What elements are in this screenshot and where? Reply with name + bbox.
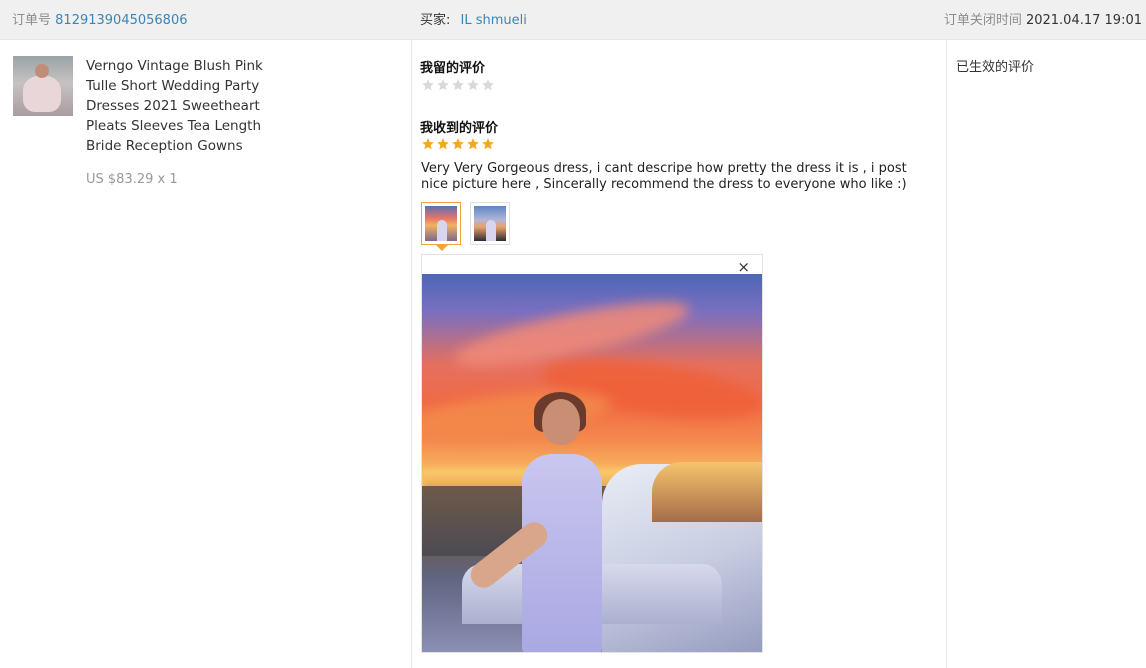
buyer-group: 买家: IL shmueli — [420, 9, 527, 28]
order-header: 订单号 8129139045056806 买家: IL shmueli 订单关闭… — [0, 0, 1146, 40]
star-icon — [466, 78, 480, 92]
my-review-stars — [421, 78, 495, 92]
product-price: US $83.29 x 1 — [86, 172, 178, 187]
star-icon — [421, 137, 435, 151]
review-photo-thumb-1[interactable] — [421, 202, 461, 245]
order-number-label: 订单号 — [12, 13, 52, 28]
star-icon — [481, 78, 495, 92]
order-number-link[interactable]: 8129139045056806 — [55, 13, 187, 28]
close-icon[interactable]: × — [737, 259, 750, 275]
order-closed-group: 订单关闭时间 2021.04.17 19:01 — [944, 9, 1142, 28]
star-icon — [481, 137, 495, 151]
order-number-group: 订单号 8129139045056806 — [12, 9, 188, 28]
star-icon — [436, 137, 450, 151]
star-icon — [421, 78, 435, 92]
active-thumb-indicator — [435, 244, 449, 251]
review-status: 已生效的评价 — [956, 60, 1035, 75]
star-icon — [451, 137, 465, 151]
my-review-title: 我留的评价 — [420, 61, 486, 76]
column-divider — [411, 40, 412, 668]
photo-viewer: × — [421, 254, 763, 653]
order-closed-time: 2021.04.17 19:01 — [1025, 13, 1142, 28]
received-review-title: 我收到的评价 — [420, 121, 499, 136]
column-divider — [946, 40, 947, 668]
buyer-name-link[interactable]: IL shmueli — [461, 13, 527, 28]
star-icon — [451, 78, 465, 92]
star-icon — [436, 78, 450, 92]
buyer-label: 买家: — [420, 13, 451, 28]
received-review-stars — [421, 137, 495, 151]
review-text: Very Very Gorgeous dress, i cant descrip… — [421, 161, 907, 192]
star-icon — [466, 137, 480, 151]
product-thumbnail[interactable] — [13, 56, 73, 116]
review-photo-large[interactable] — [422, 274, 762, 652]
product-title-link[interactable]: Verngo Vintage Blush Pink Tulle Short We… — [86, 56, 266, 156]
order-closed-label: 订单关闭时间 — [943, 13, 1022, 28]
review-photo-thumb-2[interactable] — [470, 202, 510, 245]
